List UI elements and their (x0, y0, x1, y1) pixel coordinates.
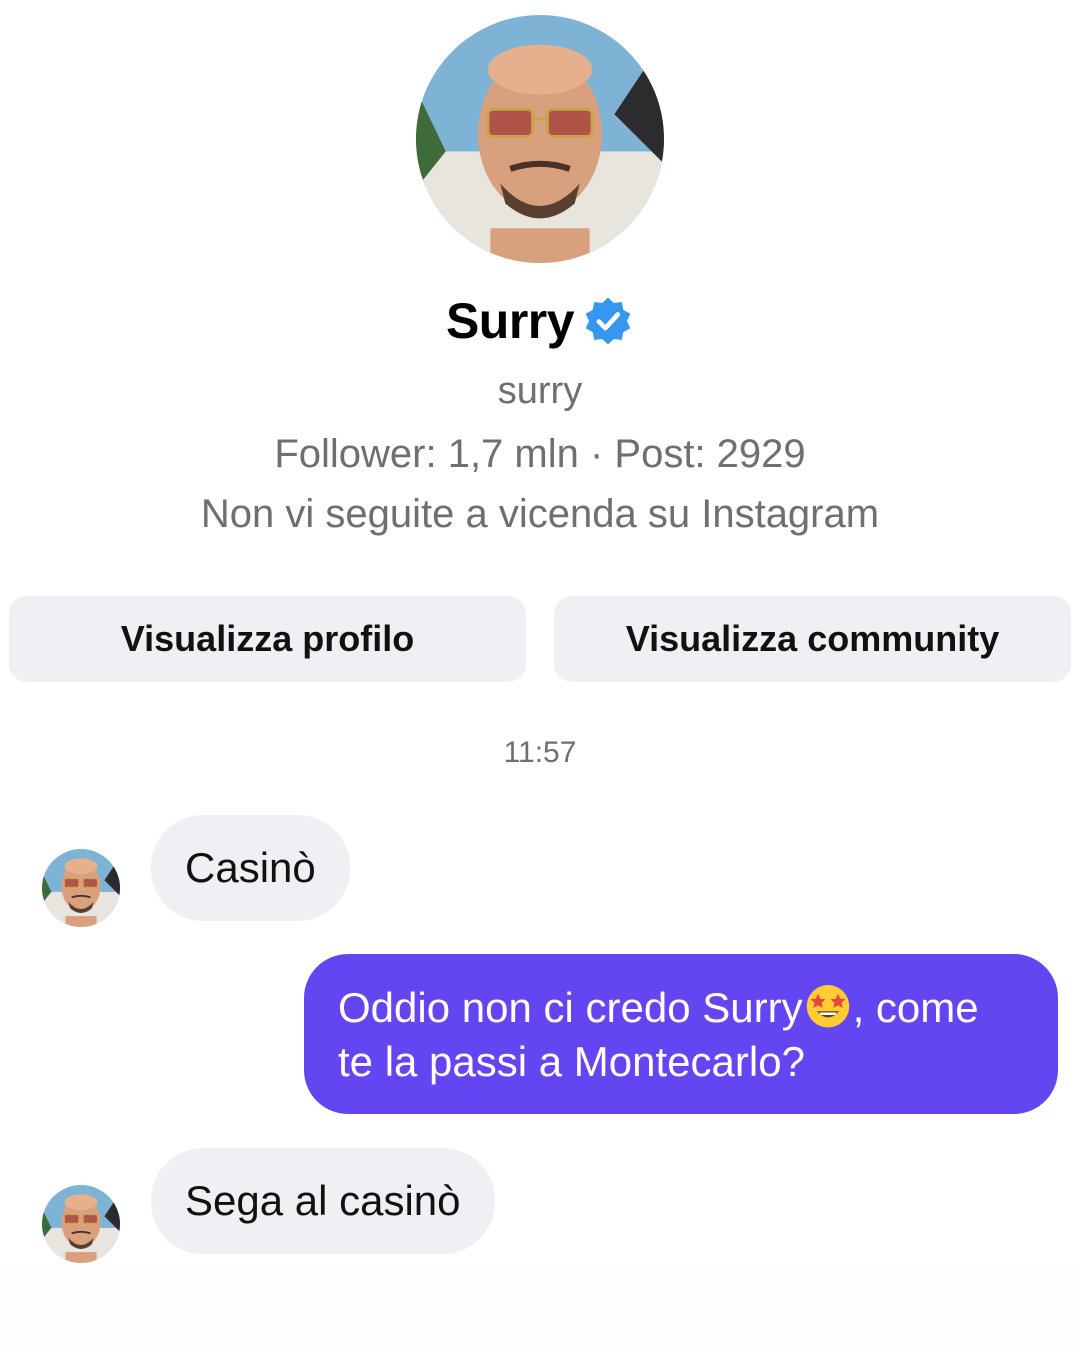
composer-area (0, 1266, 1080, 1350)
sender-avatar[interactable] (42, 1185, 120, 1263)
view-community-button[interactable]: Visualizza community (554, 596, 1071, 682)
avatar-image (42, 1185, 120, 1263)
username: surry (497, 370, 583, 412)
message-text: Sega al casinò (185, 1177, 461, 1224)
message-text: Oddio non ci credo Surry (338, 984, 803, 1031)
star-struck-emoji-icon (803, 980, 853, 1030)
conversation-header: Surry surry Follower: 1,7 mln · Post: 29… (0, 0, 1080, 700)
incoming-message[interactable]: Casinò (151, 815, 350, 921)
verified-badge-icon (585, 297, 631, 345)
avatar-image (416, 15, 664, 263)
incoming-message[interactable]: Sega al casinò (151, 1148, 495, 1254)
display-name: Surry (445, 293, 575, 349)
name-row: Surry (0, 292, 1080, 350)
message-timestamp: 11:57 (503, 736, 577, 769)
view-profile-button[interactable]: Visualizza profilo (9, 596, 526, 682)
profile-avatar[interactable] (416, 15, 664, 263)
avatar-image (42, 849, 120, 927)
mutual-follow-status: Non vi seguite a vicenda su Instagram (200, 492, 880, 536)
profile-stats: Follower: 1,7 mln · Post: 2929 (274, 432, 806, 476)
outgoing-message[interactable]: Oddio non ci credo Surry , come te la pa… (304, 954, 1058, 1114)
sender-avatar[interactable] (42, 849, 120, 927)
message-text: Casinò (185, 844, 316, 891)
